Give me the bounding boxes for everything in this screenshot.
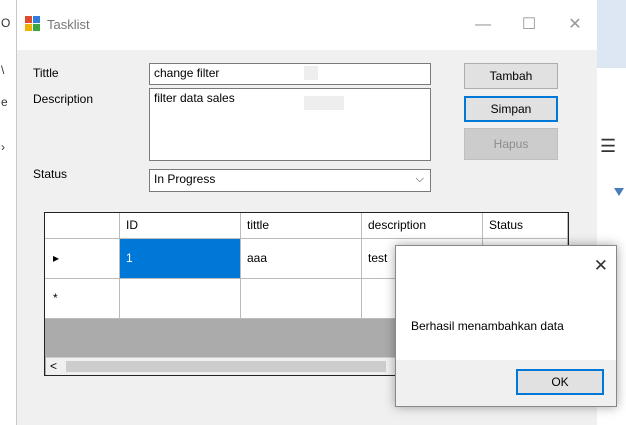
description-textarea[interactable]: filter data sales [149, 88, 431, 161]
horizontal-scrollbar[interactable]: < [46, 357, 397, 375]
scrollbar-thumb[interactable] [66, 361, 386, 372]
tittle-input[interactable]: change filter [149, 63, 431, 85]
app-icon [25, 16, 41, 32]
grid-cell-tittle[interactable] [241, 279, 362, 319]
column-header-description[interactable]: description [362, 213, 483, 239]
status-select-value: In Progress [154, 172, 216, 186]
scroll-left-icon[interactable]: < [50, 359, 57, 373]
close-button[interactable]: ✕ [555, 10, 595, 40]
dialog-close-button[interactable]: ✕ [594, 256, 608, 276]
grid-cell-tittle[interactable]: aaa [241, 239, 362, 279]
background-fragment: O [1, 16, 11, 30]
background-fragment: \ [1, 63, 5, 77]
background-fragment: e [1, 95, 8, 109]
tittle-label: Tittle [33, 66, 59, 80]
list-icon: ☰ [600, 136, 617, 156]
description-textarea-value: filter data sales [154, 91, 235, 105]
column-header-tittle[interactable]: tittle [241, 213, 362, 239]
minimize-button[interactable]: — [463, 10, 503, 40]
ok-button[interactable]: OK [516, 369, 604, 395]
dialog-message: Berhasil menambahkan data [411, 319, 564, 333]
row-header[interactable]: ▸ [45, 239, 120, 279]
message-dialog: ✕ Berhasil menambahkan data OK [395, 245, 617, 407]
message-dialog-body: ✕ Berhasil menambahkan data [396, 246, 616, 360]
background-fragment: › [1, 140, 5, 154]
ghost-block [304, 96, 344, 110]
maximize-button[interactable]: ☐ [509, 10, 549, 40]
background-app-left: O \ e › [0, 0, 17, 425]
tittle-input-value: change filter [154, 66, 220, 80]
grid-cell-id[interactable] [120, 279, 241, 319]
description-label: Description [33, 92, 94, 106]
simpan-button[interactable]: Simpan [464, 96, 558, 122]
ghost-block [304, 66, 318, 80]
title-bar: Tasklist — ☐ ✕ [17, 0, 597, 50]
hapus-button[interactable]: Hapus [464, 128, 558, 160]
status-label: Status [33, 167, 68, 181]
row-header-new[interactable]: * [45, 279, 120, 319]
dropdown-marker-icon [614, 188, 624, 196]
grid-cell-id[interactable]: 1 [120, 239, 241, 279]
status-select[interactable]: In Progress ⌵ [149, 169, 431, 192]
column-header-status[interactable]: Status [483, 213, 568, 239]
tambah-button[interactable]: Tambah [464, 63, 558, 89]
row-header-corner [45, 213, 120, 239]
window-title: Tasklist [47, 17, 90, 32]
chevron-down-icon: ⌵ [415, 173, 424, 185]
column-header-id[interactable]: ID [120, 213, 241, 239]
